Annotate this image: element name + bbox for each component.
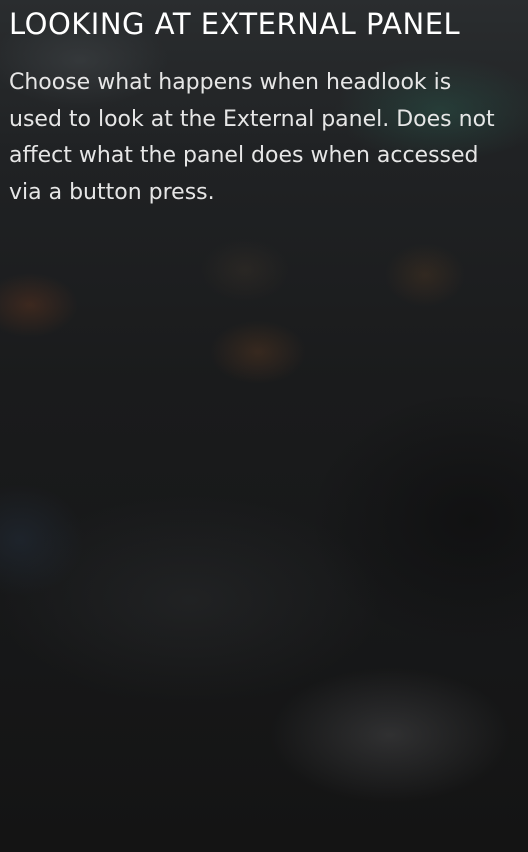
setting-description: Choose what happens when headlook is use… (9, 70, 495, 205)
setting-title: LOOKING AT EXTERNAL PANEL (9, 7, 461, 41)
setting-help-panel: LOOKING AT EXTERNAL PANEL Choose what ha… (9, 2, 521, 211)
